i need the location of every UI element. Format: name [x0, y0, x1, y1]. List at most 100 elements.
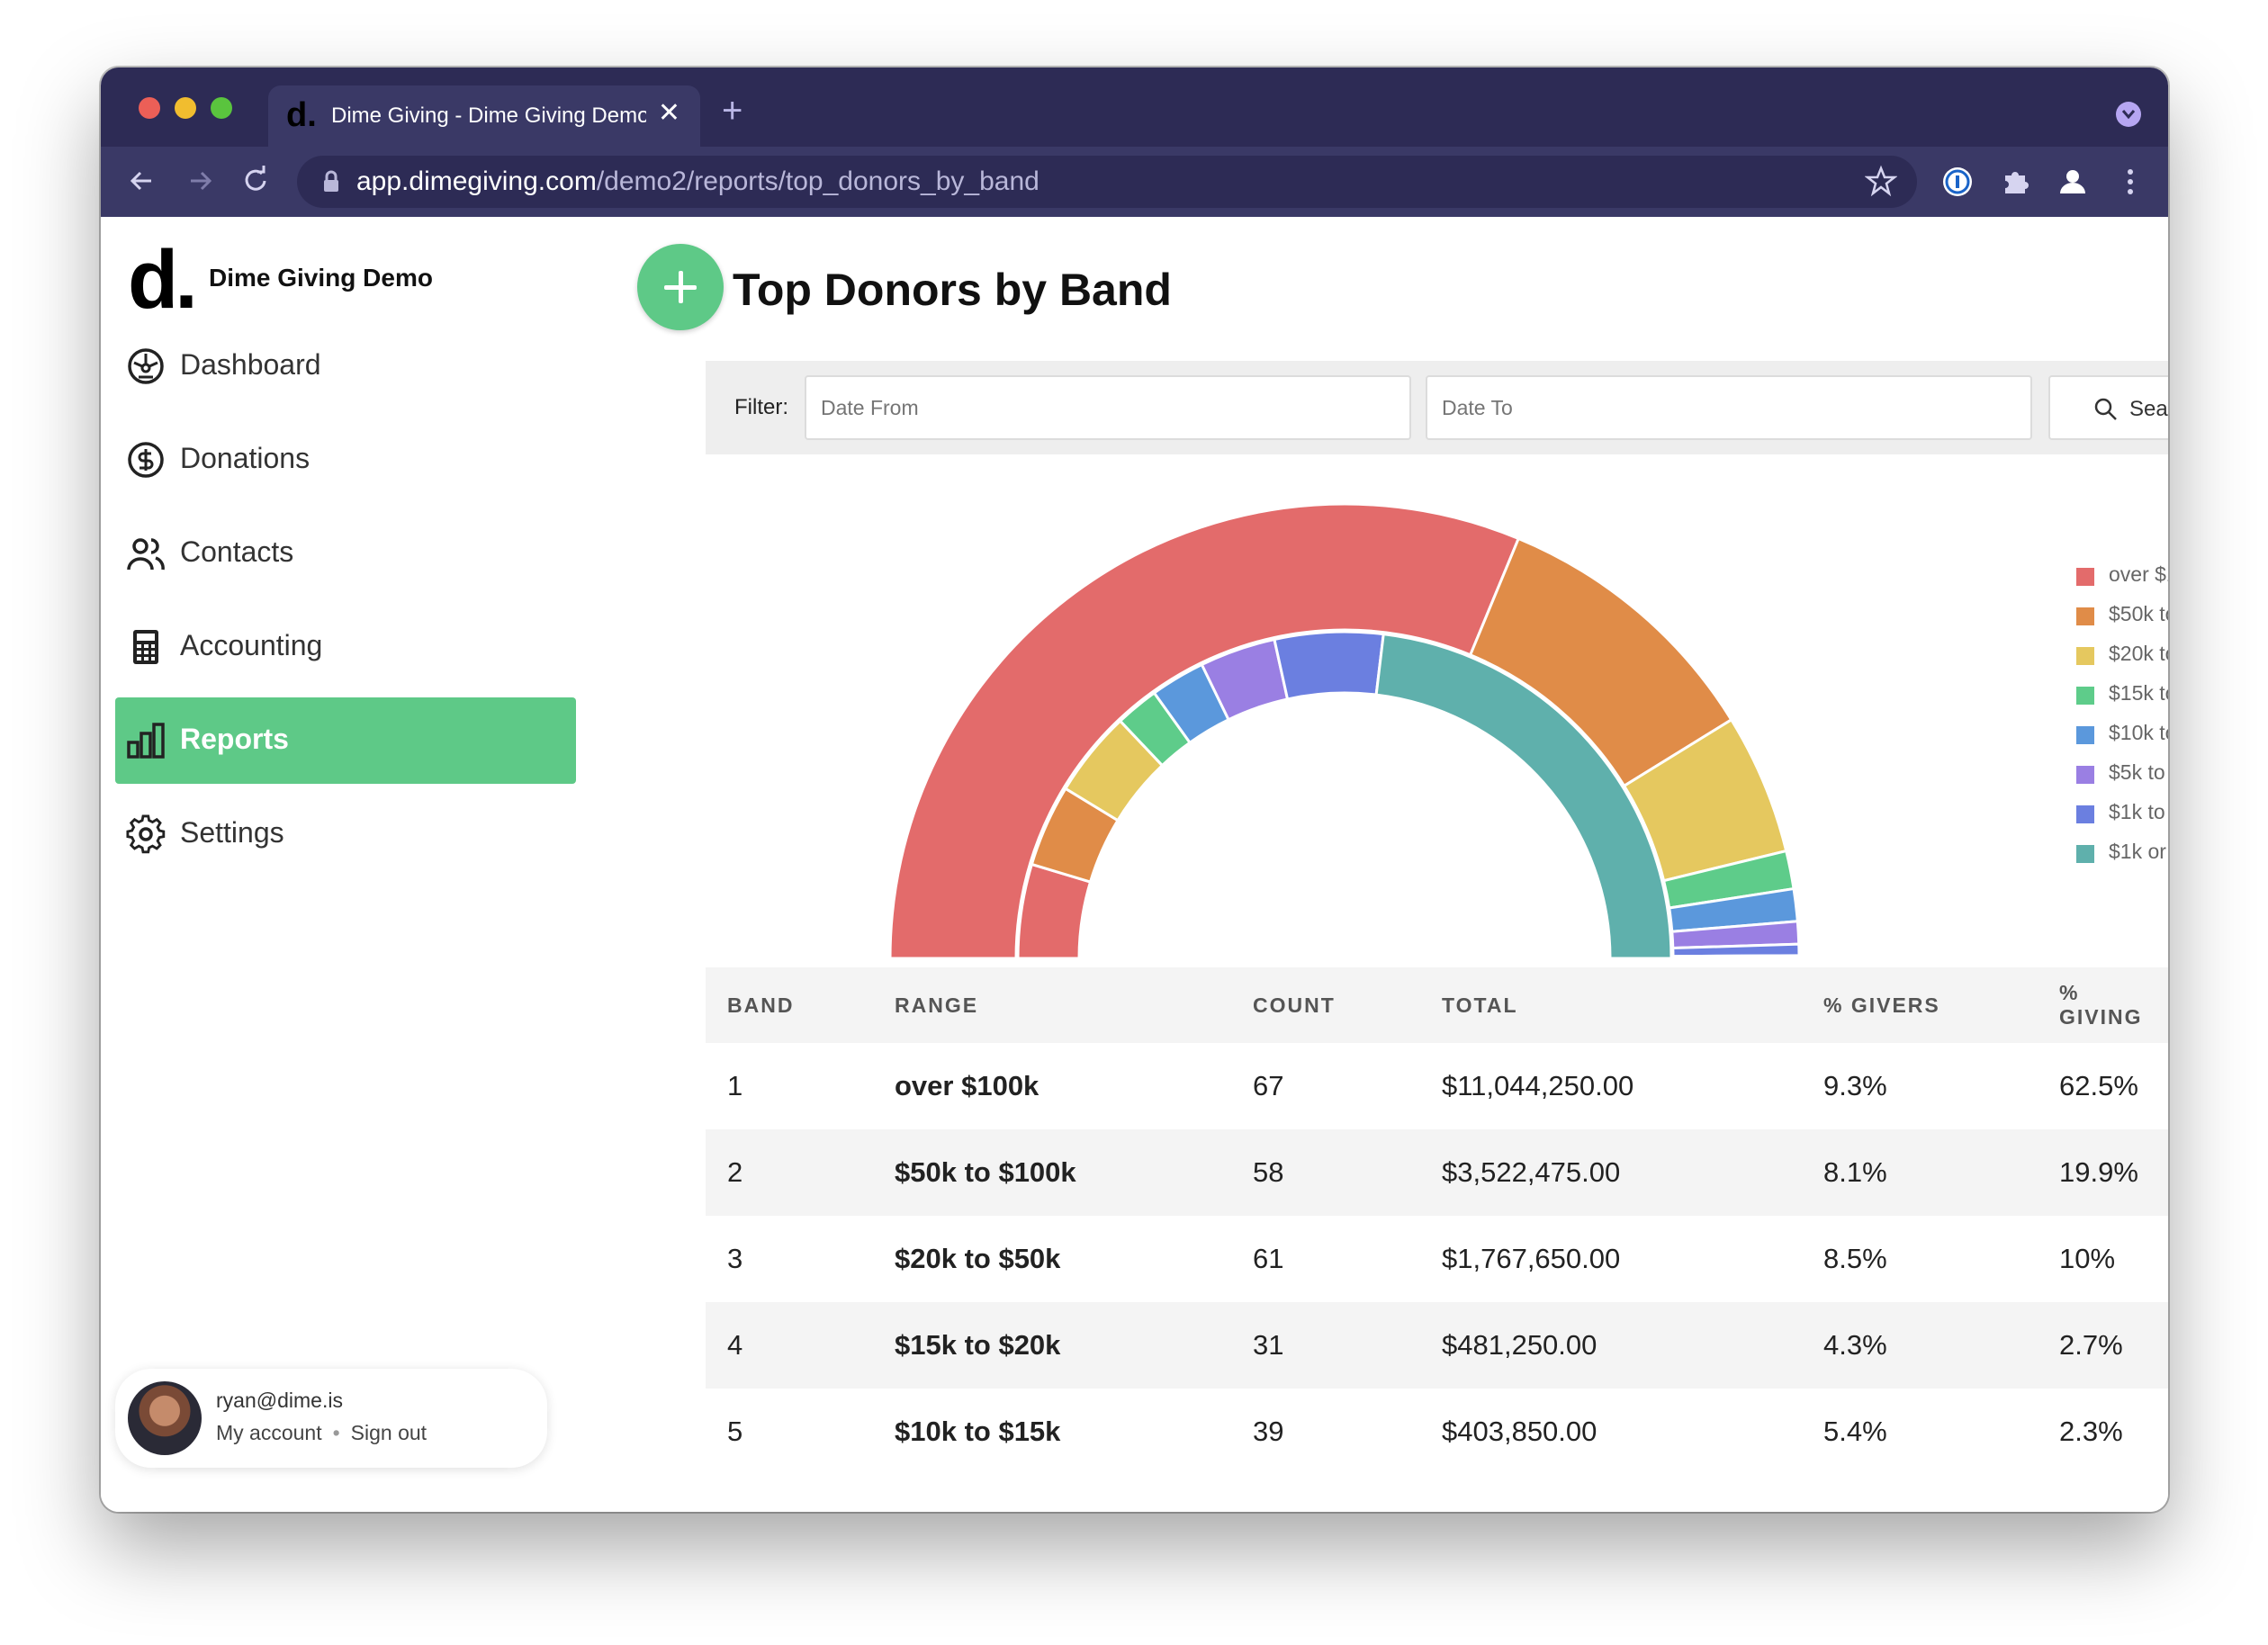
user-card: ryan@dime.is My account • Sign out — [115, 1369, 547, 1468]
legend-label: $10k to $15k — [2109, 721, 2168, 744]
separator-dot: • — [332, 1421, 340, 1444]
profile-icon[interactable] — [2056, 165, 2090, 199]
table-cell: 10% — [2059, 1243, 2116, 1274]
address-bar[interactable]: app.dimegiving.com/demo2/reports/top_don… — [297, 156, 1917, 208]
legend-label: $50k to $100k — [2109, 602, 2168, 625]
legend-swatch — [2076, 726, 2094, 744]
table-cell: 67 — [1253, 1070, 1284, 1101]
sidebar-item-label: Reports — [180, 723, 289, 755]
column-header[interactable]: RANGE — [873, 967, 1231, 1043]
back-icon[interactable] — [124, 163, 160, 199]
close-window-button[interactable] — [139, 97, 160, 119]
sidebar-item-label: Contacts — [180, 535, 294, 568]
column-header[interactable]: TOTAL — [1420, 967, 1802, 1043]
sidebar-item-accounting[interactable]: Accounting — [115, 604, 576, 690]
bookmark-star-icon[interactable] — [1865, 165, 1897, 197]
legend-swatch — [2076, 687, 2094, 705]
legend-swatch — [2076, 805, 2094, 823]
user-links: My account • Sign out — [216, 1421, 427, 1445]
table-cell: 9.3% — [1823, 1070, 1887, 1101]
legend-label: over $100k — [2109, 562, 2168, 586]
table-cell: 62.5% — [2059, 1070, 2138, 1101]
table-cell: 4.3% — [1802, 1302, 2038, 1389]
add-button[interactable] — [637, 244, 724, 330]
table-cell: $481,250.00 — [1420, 1302, 1802, 1389]
dashboard-icon — [128, 348, 164, 384]
sidebar-nav: Dashboard Donations Contacts Accounting … — [115, 316, 576, 877]
bar-chart-icon — [127, 723, 165, 759]
sign-out-link[interactable]: Sign out — [351, 1421, 427, 1444]
sidebar-item-label: Settings — [180, 816, 284, 849]
browser-tab[interactable]: d. Dime Giving - Dime Giving Demo ✕ — [268, 85, 700, 147]
search-icon — [2094, 398, 2117, 420]
table-cell: 4 — [706, 1302, 873, 1389]
filter-bar: Filter: Search — [706, 361, 2168, 454]
extensions-puzzle-icon[interactable] — [1998, 165, 2032, 199]
column-header[interactable]: % GIVERS — [1802, 967, 2038, 1043]
legend-swatch — [2076, 607, 2094, 625]
browser-window: d. Dime Giving - Dime Giving Demo ✕ + ap… — [101, 67, 2168, 1512]
sidebar-item-label: Accounting — [180, 629, 323, 661]
sidebar-item-label: Dashboard — [180, 348, 321, 381]
table-row[interactable]: 4 $15k to $20k 31 $481,250.00 4.3% 2.7% — [706, 1302, 2168, 1389]
table-cell: 5 — [727, 1416, 743, 1447]
legend-swatch — [2076, 647, 2094, 665]
column-header[interactable]: BAND — [706, 967, 873, 1043]
column-header[interactable]: % GIVING — [2038, 967, 2168, 1043]
legend-swatch — [2076, 845, 2094, 863]
donut-slice-outer-8[interactable] — [1671, 954, 1801, 960]
table-cell: $15k to $20k — [873, 1302, 1231, 1389]
legend-label: $1k or less — [2109, 840, 2168, 863]
browser-toolbar: app.dimegiving.com/demo2/reports/top_don… — [101, 147, 2168, 217]
gear-icon — [126, 814, 166, 854]
table-row[interactable]: 5 $10k to $15k 39 $403,850.00 5.4% 2.3% — [706, 1389, 2168, 1475]
table-cell: $50k to $100k — [873, 1129, 1231, 1216]
table-cell: 1 — [727, 1070, 743, 1101]
table-cell: 2.7% — [2038, 1302, 2168, 1389]
app: d. Dime Giving Demo Dashboard Donations … — [101, 217, 2168, 1512]
brand-logo[interactable]: d. — [128, 238, 198, 321]
my-account-link[interactable]: My account — [216, 1421, 322, 1444]
date-to-input[interactable] — [1426, 375, 2032, 440]
legend-swatch — [2076, 766, 2094, 784]
filter-label: Filter: — [734, 395, 788, 419]
browser-menu-icon[interactable] — [2113, 165, 2147, 199]
sidebar-item-donations[interactable]: Donations — [115, 417, 576, 503]
table-cell: 3 — [727, 1243, 743, 1274]
forward-icon[interactable] — [182, 163, 218, 199]
password-manager-icon[interactable] — [1940, 165, 1975, 199]
maximize-window-button[interactable] — [211, 97, 232, 119]
legend-label: $20k to $50k — [2109, 642, 2168, 665]
search-button-label: Search — [2129, 397, 2168, 421]
table-cell: 8.5% — [1823, 1243, 1887, 1274]
dollar-icon — [128, 442, 164, 478]
table-cell: 5.4% — [1823, 1416, 1887, 1447]
donut-slice-inner-7[interactable] — [1273, 630, 1385, 701]
sidebar-item-settings[interactable]: Settings — [115, 791, 576, 877]
table-row[interactable]: 3 $20k to $50k 61 $1,767,650.00 8.5% 10% — [706, 1216, 2168, 1302]
table-row[interactable]: 1 over $100k 67 $11,044,250.00 9.3% 62.5% — [706, 1043, 2168, 1129]
new-tab-button[interactable]: + — [722, 93, 742, 129]
date-from-input[interactable] — [805, 375, 1411, 440]
table-row[interactable]: 2 $50k to $100k 58 $3,522,475.00 8.1% 19.9% — [706, 1129, 2168, 1216]
donut-chart: over $100k $50k to $100k $20k to $50k $15k … — [706, 454, 2168, 967]
search-button[interactable]: Search — [2048, 375, 2168, 440]
sidebar-item-dashboard[interactable]: Dashboard — [115, 323, 576, 409]
sidebar: d. Dime Giving Demo Dashboard Donations … — [101, 217, 605, 1512]
table-cell: 39 — [1253, 1416, 1284, 1447]
tab-search-icon[interactable] — [2116, 102, 2141, 127]
reload-icon[interactable] — [238, 163, 274, 199]
table-cell: 8.1% — [1802, 1129, 2038, 1216]
minimize-window-button[interactable] — [175, 97, 196, 119]
sidebar-item-contacts[interactable]: Contacts — [115, 510, 576, 597]
table-cell: $20k to $50k — [895, 1243, 1061, 1274]
table-header-row: BAND RANGE COUNT TOTAL % GIVERS % GIVING — [706, 967, 2168, 1043]
table-cell: $403,850.00 — [1442, 1416, 1598, 1447]
legend-swatch — [2076, 568, 2094, 586]
sidebar-item-reports[interactable]: Reports — [115, 697, 576, 784]
column-header[interactable]: COUNT — [1231, 967, 1420, 1043]
main-content: Top Donors by Band Filter: Search over $… — [605, 217, 2168, 1512]
close-tab-icon[interactable]: ✕ — [658, 100, 680, 127]
avatar[interactable] — [128, 1381, 202, 1455]
table-cell: 58 — [1231, 1129, 1420, 1216]
